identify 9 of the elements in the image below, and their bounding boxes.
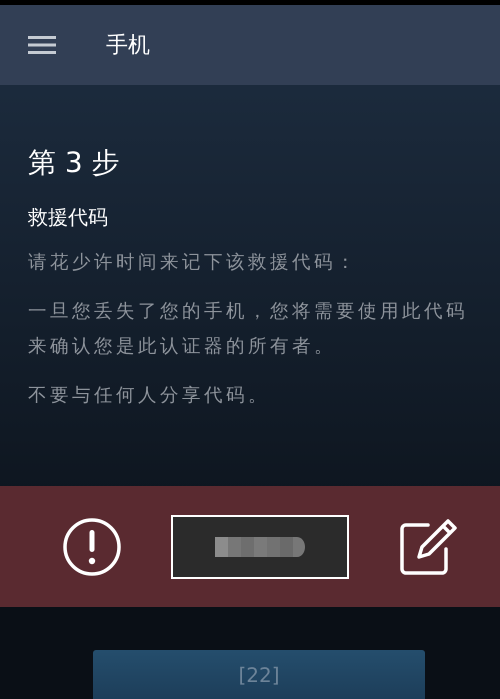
edit-icon[interactable] [398, 516, 458, 576]
instruction-text: 一旦您丢失了您的手机，您将需要使用此代码来确认您是此认证器的所有者。 [28, 300, 469, 359]
instruction-text: 请花少许时间来记下该救援代码： [28, 251, 359, 275]
instruction-text: 不要与任何人分享代码。 [28, 384, 271, 408]
warning-icon [62, 516, 122, 576]
menu-icon[interactable] [28, 36, 56, 54]
section-title: 救援代码 [28, 204, 109, 231]
screen-title: 手机 [106, 32, 150, 60]
step-title: 第 3 步 [28, 145, 121, 181]
